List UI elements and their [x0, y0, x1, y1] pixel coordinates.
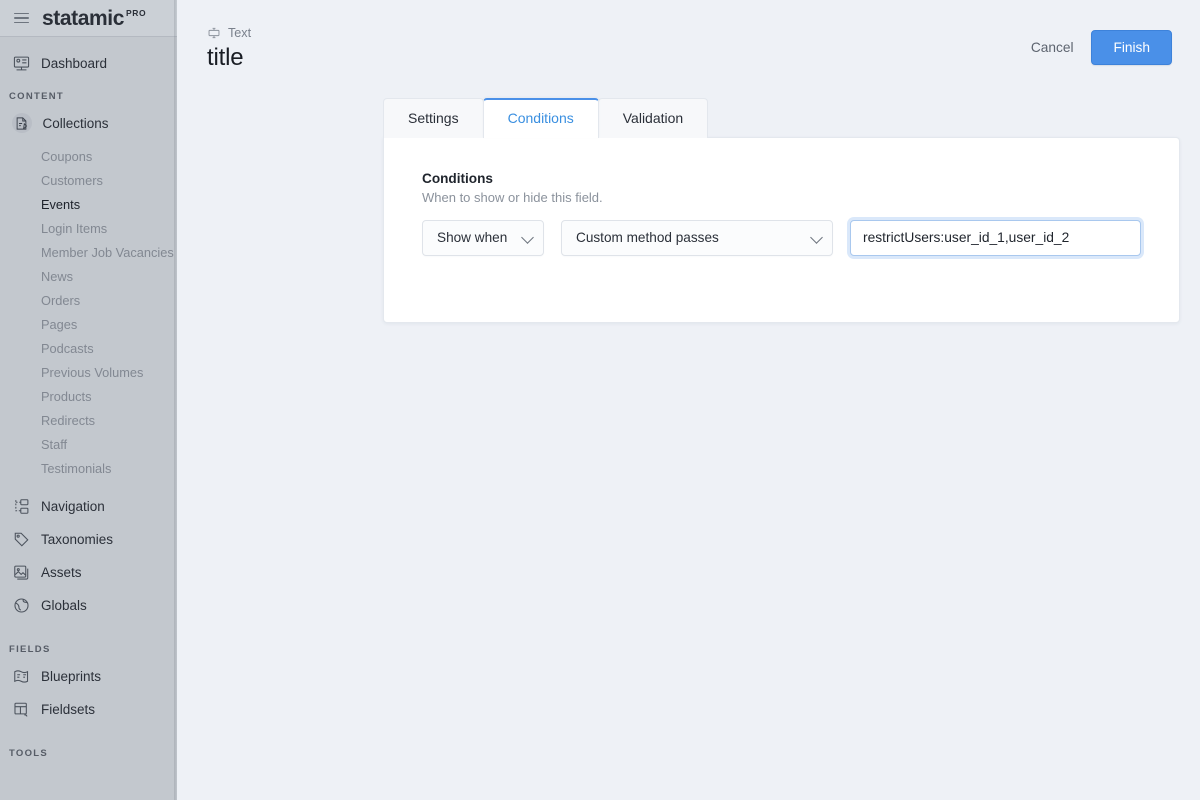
- collections-icon: [11, 113, 32, 133]
- condition-mode-value: Show when: [437, 230, 508, 246]
- sidebar-subitem-staff[interactable]: Staff: [0, 432, 177, 456]
- sidebar-subitem-login-items[interactable]: Login Items: [0, 216, 177, 240]
- sidebar-item-label: Collections: [42, 115, 109, 131]
- fieldtype-kicker: Text: [207, 26, 251, 40]
- sidebar-item-assets[interactable]: Assets: [0, 560, 177, 584]
- chevron-down-icon: [521, 230, 534, 244]
- sidebar-item-taxonomies[interactable]: Taxonomies: [0, 527, 177, 551]
- tab-settings[interactable]: Settings: [383, 98, 484, 138]
- sidebar-subitem-label: Customers: [41, 172, 103, 188]
- page-header: Text title Cancel Finish: [177, 0, 1200, 71]
- brand-logo[interactable]: statamic PRO: [42, 8, 146, 29]
- image-icon: [13, 564, 30, 581]
- sidebar-item-navigation[interactable]: Navigation: [0, 494, 177, 518]
- app-root: statamic PRO Dashboard CONTENT Collectio…: [0, 0, 1200, 800]
- sidebar-subitem-products[interactable]: Products: [0, 384, 177, 408]
- page-title: title: [207, 44, 244, 71]
- sidebar-subitem-label: Podcasts: [41, 340, 94, 356]
- tab-validation[interactable]: Validation: [597, 98, 709, 138]
- sidebar-item-label: Blueprints: [41, 668, 102, 684]
- sidebar-item-label: Dashboard: [41, 55, 108, 71]
- navigation-icon: [13, 498, 30, 515]
- sidebar-subitem-coupons[interactable]: Coupons: [0, 144, 177, 168]
- sidebar-subitem-news[interactable]: News: [0, 264, 177, 288]
- sidebar-item-label: Globals: [41, 597, 87, 613]
- condition-operator-select[interactable]: Custom method passes: [561, 219, 833, 256]
- sidebar-item-label: Fieldsets: [41, 701, 96, 717]
- chevron-down-icon: [810, 230, 823, 244]
- brand-pro-badge: PRO: [126, 7, 147, 18]
- sidebar-section-content: CONTENT: [9, 91, 65, 102]
- sidebar-section-tools: TOOLS: [9, 748, 49, 759]
- sidebar-nav: Dashboard CONTENT Collections Coupons Cu…: [0, 37, 177, 800]
- condition-value-wrap: [850, 219, 1141, 256]
- condition-value-input[interactable]: [850, 219, 1141, 256]
- sidebar-item-label: Navigation: [41, 498, 105, 514]
- sidebar-subitem-pages[interactable]: Pages: [0, 312, 177, 336]
- sidebar-item-fieldsets[interactable]: Fieldsets: [0, 697, 177, 721]
- sidebar-item-dashboard[interactable]: Dashboard: [0, 51, 177, 75]
- sidebar-subitem-previous-volumes[interactable]: Previous Volumes: [0, 360, 177, 384]
- globe-icon: [13, 597, 30, 614]
- conditions-label: Conditions: [422, 170, 493, 186]
- fieldtype-label: Text: [228, 26, 252, 40]
- main-content: Text title Cancel Finish Settings Condit…: [177, 0, 1200, 800]
- conditions-panel: Conditions When to show or hide this fie…: [383, 136, 1180, 323]
- text-field-icon: [207, 26, 221, 40]
- sidebar-item-label: Taxonomies: [41, 531, 114, 547]
- page-header-left: Text title: [207, 24, 251, 71]
- condition-mode-select[interactable]: Show when: [422, 219, 544, 256]
- sidebar-subitem-member-job-vacancies[interactable]: Member Job Vacancies: [0, 240, 177, 264]
- sidebar-subitem-label: Testimonials: [41, 460, 112, 476]
- tag-icon: [13, 531, 30, 548]
- sidebar-item-globals[interactable]: Globals: [0, 593, 177, 617]
- condition-operator-value: Custom method passes: [576, 230, 719, 246]
- finish-button[interactable]: Finish: [1091, 30, 1172, 65]
- sidebar-subitem-label: Events: [41, 196, 81, 212]
- sidebar-subitem-orders[interactable]: Orders: [0, 288, 177, 312]
- sidebar-item-label: Assets: [41, 564, 82, 580]
- sidebar-section-fields: FIELDS: [9, 644, 51, 655]
- sidebar-subitem-label: Pages: [41, 316, 78, 332]
- tab-conditions[interactable]: Conditions: [482, 98, 599, 138]
- condition-row: Show when Custom method passes: [422, 219, 1141, 256]
- header-actions: Cancel Finish: [1029, 24, 1172, 65]
- sidebar-subitem-label: Coupons: [41, 148, 93, 164]
- sidebar-subitem-customers[interactable]: Customers: [0, 168, 177, 192]
- conditions-help-text: When to show or hide this field.: [422, 189, 603, 205]
- dashboard-icon: [13, 55, 30, 72]
- tab-bar: Settings Conditions Validation: [383, 98, 1200, 138]
- hamburger-icon[interactable]: [14, 12, 29, 24]
- sidebar-subitem-testimonials[interactable]: Testimonials: [0, 456, 177, 480]
- sidebar: statamic PRO Dashboard CONTENT Collectio…: [0, 0, 177, 800]
- fieldset-icon: [13, 701, 30, 718]
- sidebar-item-collections[interactable]: Collections: [0, 111, 177, 135]
- sidebar-subitem-label: Orders: [41, 292, 81, 308]
- sidebar-subitem-label: Member Job Vacancies: [41, 244, 174, 260]
- blueprint-icon: [13, 668, 30, 685]
- sidebar-subitem-redirects[interactable]: Redirects: [0, 408, 177, 432]
- cancel-button[interactable]: Cancel: [1029, 34, 1076, 61]
- sidebar-subitem-podcasts[interactable]: Podcasts: [0, 336, 177, 360]
- sidebar-subitem-label: Staff: [41, 436, 68, 452]
- brand-name: statamic: [42, 6, 125, 30]
- sidebar-item-blueprints[interactable]: Blueprints: [0, 664, 177, 688]
- sidebar-subitem-label: Redirects: [41, 412, 96, 428]
- sidebar-subitem-label: Previous Volumes: [41, 364, 144, 380]
- sidebar-brand-bar: statamic PRO: [0, 0, 177, 37]
- sidebar-subitem-events[interactable]: Events: [0, 192, 177, 216]
- sidebar-subitem-label: Products: [41, 388, 92, 404]
- sidebar-subitem-label: News: [41, 268, 73, 284]
- sidebar-subitem-label: Login Items: [41, 220, 108, 236]
